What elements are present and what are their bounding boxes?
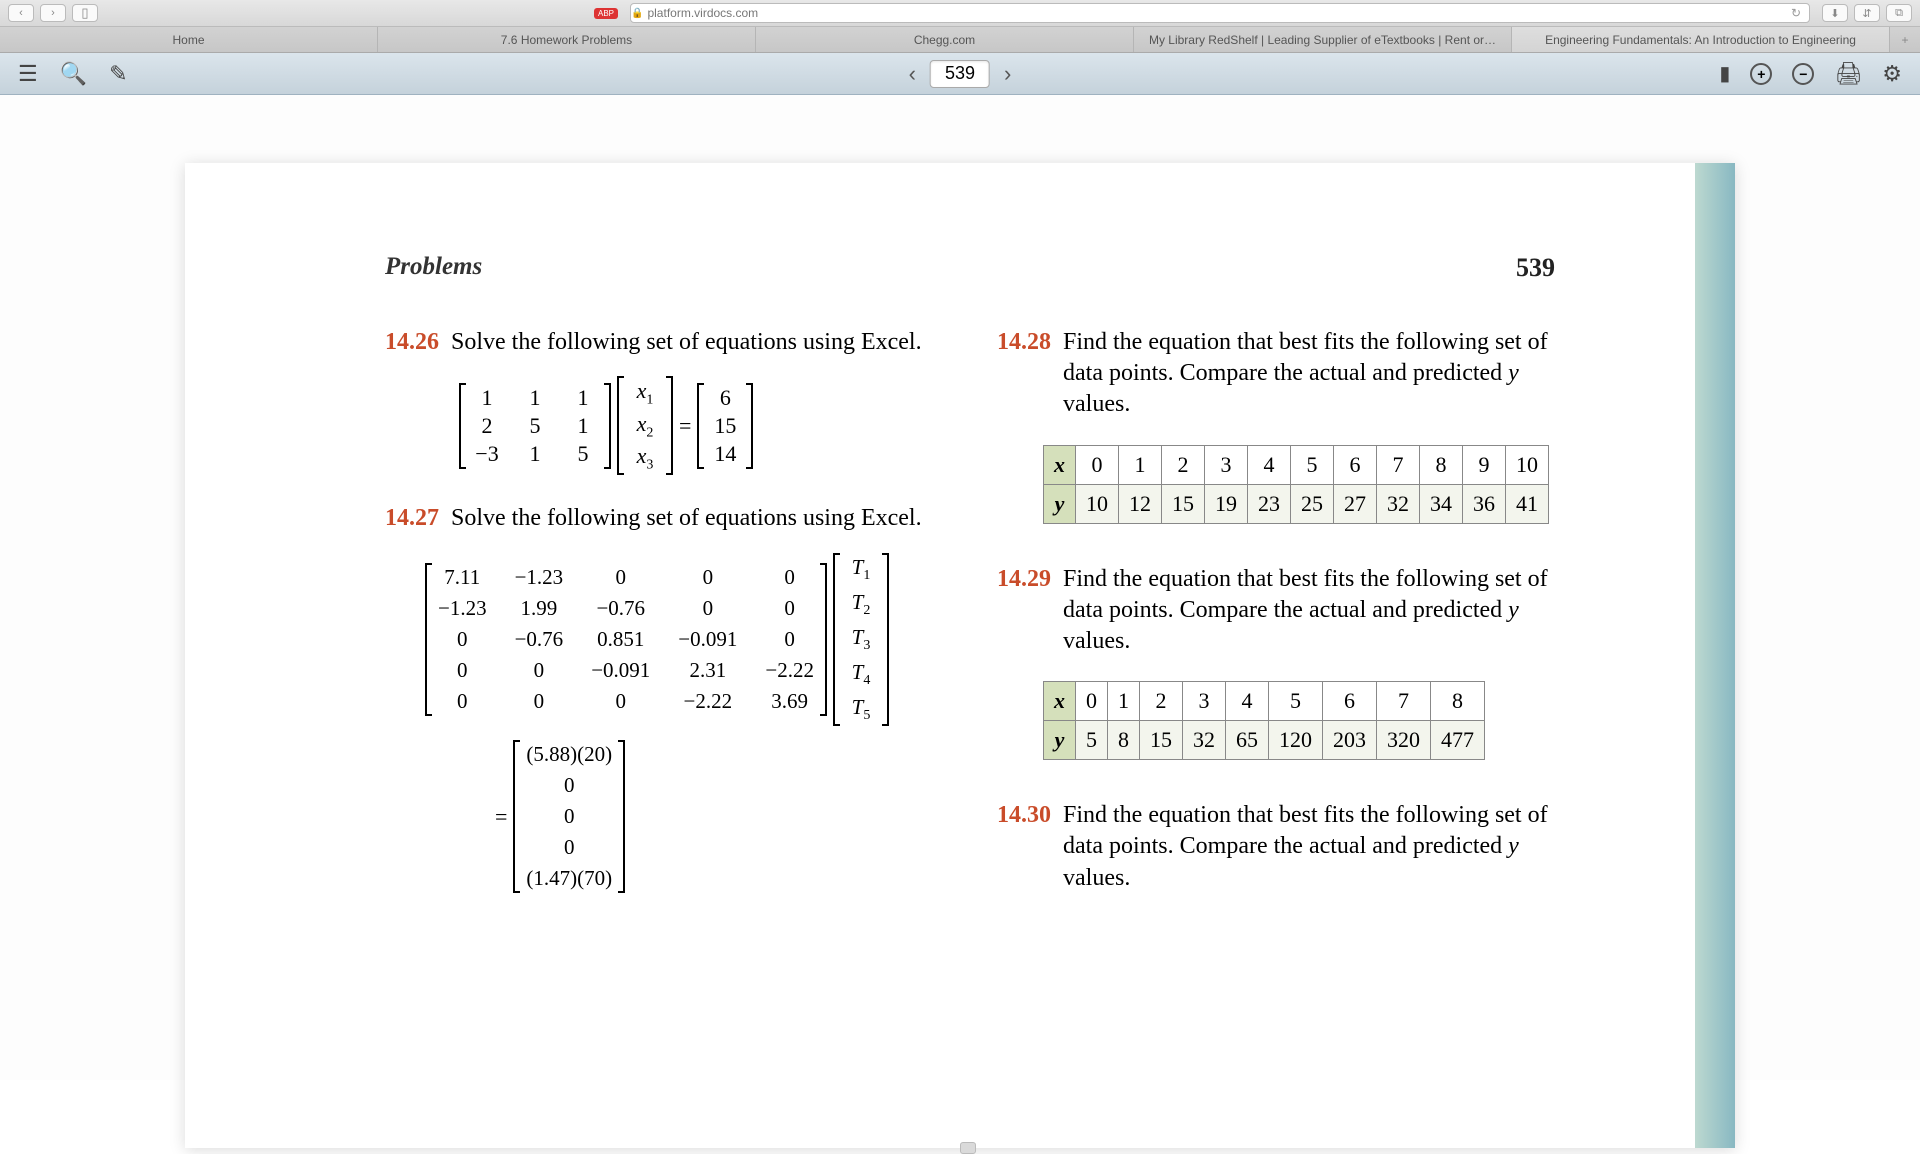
sidebar-toggle-button[interactable]: ▯ <box>72 4 98 22</box>
abp-icon[interactable]: ABP <box>594 8 618 19</box>
problem-14-26: 14.26 Solve the following set of equatio… <box>385 327 943 475</box>
problem-text: Solve the following set of equations usi… <box>451 327 943 358</box>
problem-number: 14.27 <box>385 503 439 534</box>
bookmark-icon[interactable]: ▮ <box>1719 61 1730 86</box>
problem-text: Find the equation that best fits the fol… <box>1063 800 1555 894</box>
problem-number: 14.29 <box>997 564 1051 658</box>
problem-number: 14.26 <box>385 327 439 358</box>
problem-14-30: 14.30 Find the equation that best fits t… <box>997 800 1555 894</box>
data-table-1428: x 012345678910 y 1012151923252732343641 <box>1043 445 1549 524</box>
tab-hw[interactable]: 7.6 Homework Problems <box>378 27 756 52</box>
section-heading: Problems <box>385 253 482 283</box>
lock-icon: 🔒 <box>631 8 643 19</box>
edit-icon[interactable]: ✎ <box>109 61 127 87</box>
reload-icon[interactable]: ↻ <box>1791 6 1801 20</box>
search-icon[interactable]: 🔍 <box>60 61 87 87</box>
problem-text: Solve the following set of equations usi… <box>451 503 943 534</box>
left-column: 14.26 Solve the following set of equatio… <box>385 327 943 922</box>
print-icon[interactable]: 🖨 <box>1834 61 1862 87</box>
tab-engineering[interactable]: Engineering Fundamentals: An Introductio… <box>1512 27 1890 52</box>
problem-number: 14.30 <box>997 800 1051 894</box>
nav-forward-button[interactable]: › <box>40 4 66 22</box>
url-text: platform.virdocs.com <box>647 6 758 20</box>
page-number-input[interactable] <box>930 60 990 88</box>
tab-chegg[interactable]: Chegg.com <box>756 27 1134 52</box>
scroll-knob[interactable] <box>960 1142 976 1154</box>
page-number-label: 539 <box>1516 253 1555 283</box>
problem-14-29: 14.29 Find the equation that best fits t… <box>997 564 1555 761</box>
document-viewport: Problems 539 14.26 Solve the following s… <box>0 95 1920 1080</box>
tab-home[interactable]: Home <box>0 27 378 52</box>
tabs-button[interactable]: ⧉ <box>1886 4 1912 22</box>
problem-number: 14.28 <box>997 327 1051 421</box>
problem-14-28: 14.28 Find the equation that best fits t… <box>997 327 1555 524</box>
download-button[interactable]: ⬇ <box>1822 4 1848 22</box>
data-table-1429: x 012345678 y 58153265120203320477 <box>1043 681 1485 760</box>
tab-redshelf[interactable]: My Library RedShelf | Leading Supplier o… <box>1134 27 1512 52</box>
zoom-in-button[interactable]: + <box>1750 63 1772 85</box>
settings-icon[interactable]: ⚙ <box>1882 61 1902 87</box>
menu-icon[interactable]: ☰ <box>18 61 38 87</box>
url-bar[interactable]: 🔒 platform.virdocs.com ↻ <box>630 3 1810 23</box>
problem-text: Find the equation that best fits the fol… <box>1063 564 1555 658</box>
reader-toolbar: ☰ 🔍 ✎ ‹ › ▮ + − 🖨 ⚙ <box>0 53 1920 95</box>
nav-back-button[interactable]: ‹ <box>8 4 34 22</box>
tab-bar: Home 7.6 Homework Problems Chegg.com My … <box>0 27 1920 53</box>
page: Problems 539 14.26 Solve the following s… <box>185 163 1735 1148</box>
browser-toolbar: ‹ › ▯ ABP 🔒 platform.virdocs.com ↻ ⬇ ⇵ ⧉ <box>0 0 1920 27</box>
new-tab-button[interactable]: + <box>1890 27 1920 52</box>
zoom-out-button[interactable]: − <box>1792 63 1814 85</box>
problem-14-27: 14.27 Solve the following set of equatio… <box>385 503 943 893</box>
page-next-button[interactable]: › <box>1004 61 1011 87</box>
share-button[interactable]: ⇵ <box>1854 4 1880 22</box>
problem-text: Find the equation that best fits the fol… <box>1063 327 1555 421</box>
right-column: 14.28 Find the equation that best fits t… <box>997 327 1555 922</box>
page-prev-button[interactable]: ‹ <box>909 61 916 87</box>
page-edge-decoration <box>1695 163 1735 1148</box>
